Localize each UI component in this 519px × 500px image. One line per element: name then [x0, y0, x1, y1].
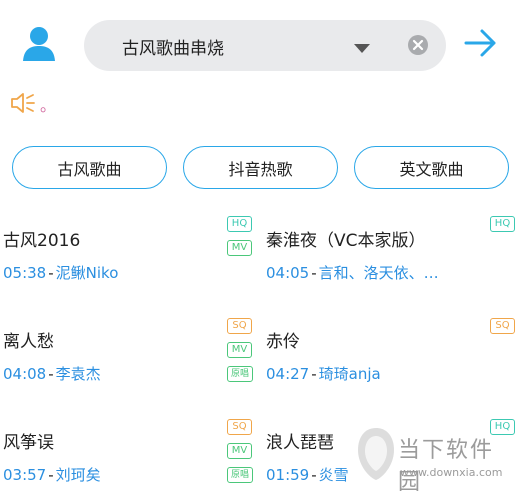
- watermark-url: www.downxia.com: [400, 466, 503, 479]
- song-duration: 04:05: [266, 264, 310, 282]
- song-meta: 03:57- 刘珂矣: [3, 464, 101, 485]
- mv-badge[interactable]: MV: [227, 443, 252, 459]
- song-title: 秦淮夜（VC本家版）: [266, 231, 426, 251]
- sq-badge: SQ: [490, 318, 515, 334]
- mv-badge[interactable]: MV: [227, 240, 252, 256]
- user-avatar-icon[interactable]: [22, 26, 56, 62]
- original-badge: 原唱: [227, 467, 254, 483]
- song-artist[interactable]: 言和、洛天依、…: [319, 264, 439, 282]
- tag-button-gufeng[interactable]: 古风歌曲: [12, 146, 167, 189]
- song-artist[interactable]: 刘珂矣: [56, 466, 101, 484]
- arrow-right-icon[interactable]: [464, 28, 498, 62]
- separator: -: [311, 365, 317, 383]
- watermark-text: 当下软件园: [398, 438, 495, 495]
- notice-text: 。: [40, 96, 57, 115]
- separator: -: [311, 466, 317, 484]
- song-artist[interactable]: 炎雪: [319, 466, 349, 484]
- watermark: 当下软件园 www.downxia.com: [356, 426, 516, 495]
- song-duration: 01:59: [266, 466, 310, 484]
- song-title: 离人愁: [3, 332, 54, 352]
- original-badge: 原唱: [227, 366, 254, 382]
- search-bar[interactable]: 古风歌曲串烧: [84, 20, 446, 71]
- song-meta: 05:38- 泥鳅Niko: [3, 262, 118, 283]
- watermark-logo-icon: [358, 428, 394, 480]
- song-title: 风筝误: [3, 433, 54, 453]
- separator: -: [48, 466, 54, 484]
- song-artist[interactable]: 李袁杰: [56, 365, 101, 383]
- clear-icon[interactable]: [407, 34, 429, 60]
- search-input[interactable]: 古风歌曲串烧: [122, 34, 224, 59]
- song-artist[interactable]: 泥鳅Niko: [56, 264, 119, 282]
- hq-badge: HQ: [490, 216, 515, 232]
- separator: -: [311, 264, 317, 282]
- song-meta: 01:59- 炎雪: [266, 464, 349, 485]
- hq-badge: HQ: [227, 216, 252, 232]
- separator: -: [48, 264, 54, 282]
- song-duration: 05:38: [3, 264, 47, 282]
- song-artist[interactable]: 琦琦anja: [319, 365, 381, 383]
- song-duration: 04:27: [266, 365, 310, 383]
- song-meta: 04:08- 李袁杰: [3, 363, 101, 384]
- song-title: 浪人琵琶: [266, 433, 334, 453]
- sq-badge: SQ: [227, 318, 252, 334]
- speaker-icon: [10, 92, 36, 118]
- song-meta: 04:05- 言和、洛天依、…: [266, 262, 439, 283]
- dropdown-arrow-icon[interactable]: [354, 39, 370, 58]
- mv-badge[interactable]: MV: [227, 342, 252, 358]
- song-duration: 03:57: [3, 466, 47, 484]
- song-title: 古风2016: [3, 231, 81, 251]
- song-title: 赤伶: [266, 332, 300, 352]
- song-meta: 04:27- 琦琦anja: [266, 363, 381, 384]
- song-duration: 04:08: [3, 365, 47, 383]
- separator: -: [48, 365, 54, 383]
- tag-button-english[interactable]: 英文歌曲: [354, 146, 509, 189]
- sq-badge: SQ: [227, 419, 252, 435]
- tag-button-douyin[interactable]: 抖音热歌: [183, 146, 338, 189]
